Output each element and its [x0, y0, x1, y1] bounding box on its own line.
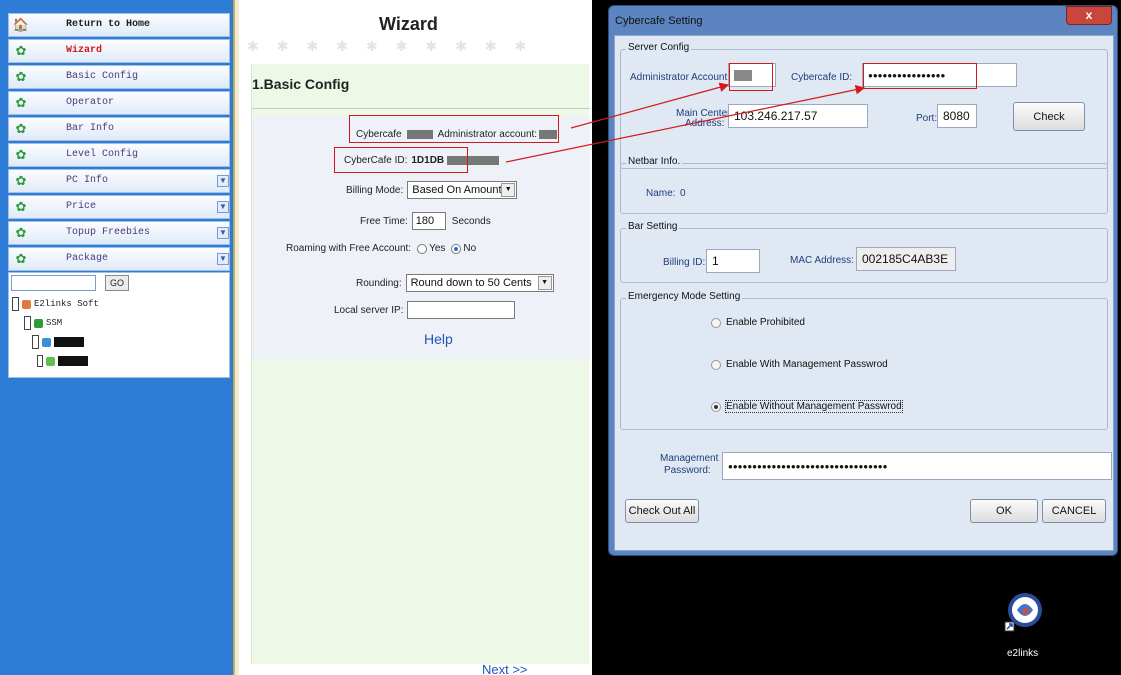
screen: 🏠 Return to Home ✿ Wizard ✿ Basic Config…	[0, 0, 1121, 675]
annotation-arrow	[505, 84, 866, 163]
annotation-arrows	[505, 82, 866, 163]
